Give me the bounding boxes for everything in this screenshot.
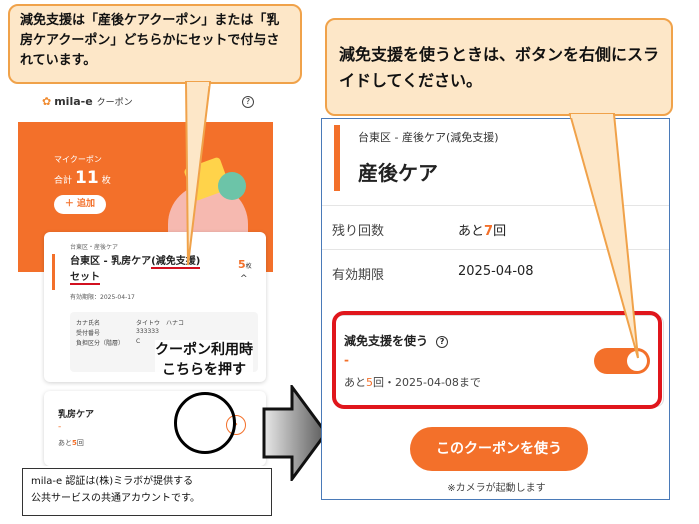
expiry-value: 2025-04-08: [458, 264, 534, 279]
callout-left: 減免支援は「産後ケアクーポン」または「乳房ケアクーポン」どちらかにセットで付与さ…: [8, 4, 302, 84]
my-coupon-label: マイクーポン: [54, 155, 102, 164]
use-coupon-button[interactable]: このクーポンを使う: [410, 427, 588, 471]
info-value: 333333: [136, 328, 159, 335]
coupon-title: 産後ケア: [358, 161, 438, 185]
card2-remaining: あと5回: [58, 438, 84, 448]
help-icon[interactable]: ?: [242, 96, 254, 108]
hero-illustration-dot: [218, 172, 246, 200]
expiry-key: 有効期限: [332, 268, 385, 283]
chevron-up-icon[interactable]: ^: [240, 274, 248, 284]
total-unit: 枚: [101, 176, 111, 186]
app-logo: ✿ mila-e クーポン: [42, 95, 133, 108]
card-count-unit: 枚: [245, 263, 252, 270]
footnote-box: mila-e 認証は(株)ミラボが提供する 公共サービスの共通アカウントです。: [22, 468, 272, 516]
info-row: 受付番号 333333: [76, 328, 252, 338]
footnote-line-1: mila-e 認証は(株)ミラボが提供する: [31, 476, 194, 487]
logo-icon: ✿: [42, 95, 52, 108]
card-expiry: 有効期限：2025-04-17: [70, 294, 135, 301]
logo-sub: クーポン: [96, 98, 133, 108]
card-title-main: 台東区 - 乳房ケア: [70, 256, 152, 267]
callout-left-tail: [184, 81, 212, 266]
callout-right-tail: [568, 113, 639, 359]
info-key: カナ氏名: [76, 320, 101, 327]
remaining-value-suffix: 回: [493, 224, 507, 239]
remaining-suffix: 回: [76, 439, 84, 447]
card2-dash: -: [58, 422, 62, 432]
remaining-value-prefix: あと: [458, 224, 485, 239]
logo-name: mila-e: [54, 95, 93, 108]
app-header: ✿ mila-e クーポン ?: [18, 86, 273, 122]
info-value: C: [136, 338, 141, 345]
remaining-value-num: 7: [484, 224, 494, 239]
total-number: 11: [75, 168, 99, 188]
info-key: 受付番号: [76, 330, 101, 337]
info-value: タイトウ ハナコ: [136, 320, 185, 327]
card-count-number: 5: [238, 258, 246, 271]
remaining-value: あと7回: [458, 220, 506, 239]
remaining-prefix: あと: [58, 439, 72, 447]
total-label: 合計: [54, 176, 73, 186]
push-line-2: こちらを押す: [162, 362, 246, 378]
arrow-right-icon: [262, 385, 328, 481]
card-count: 5枚: [238, 258, 252, 271]
push-instruction: クーポン利用時 こちらを押す: [155, 340, 253, 380]
footnote-line-2: 公共サービスの共通アカウントです。: [31, 493, 200, 504]
total-count: 合計 11 枚: [54, 168, 111, 188]
push-line-1: クーポン利用時: [155, 342, 253, 358]
coupon-subtitle: 台東区 - 産後ケア(減免支援): [358, 131, 499, 144]
callout-right: 減免支援を使うときは、ボタンを右側にスライドしてください。: [325, 18, 673, 116]
card2-title: 乳房ケア: [58, 410, 95, 420]
add-button[interactable]: ＋ 追加: [54, 195, 106, 214]
camera-note: ※カメラが起動します: [447, 483, 546, 494]
highlight-circle: [174, 392, 236, 454]
remaining-key: 残り回数: [332, 224, 385, 239]
card-accent-bar: [52, 254, 55, 290]
info-row: カナ氏名 タイトウ ハナコ: [76, 318, 252, 328]
card-title-suffix: セット: [70, 272, 100, 285]
card-subtitle: 台東区・産後ケア: [70, 244, 119, 251]
info-key: 負担区分（階層）: [76, 340, 125, 347]
title-accent-bar: [334, 125, 340, 191]
left-phone-screen: ✿ mila-e クーポン ? マイクーポン 合計 11 枚 ＋ 追加 台東区・産後ケア…: [18, 86, 273, 466]
